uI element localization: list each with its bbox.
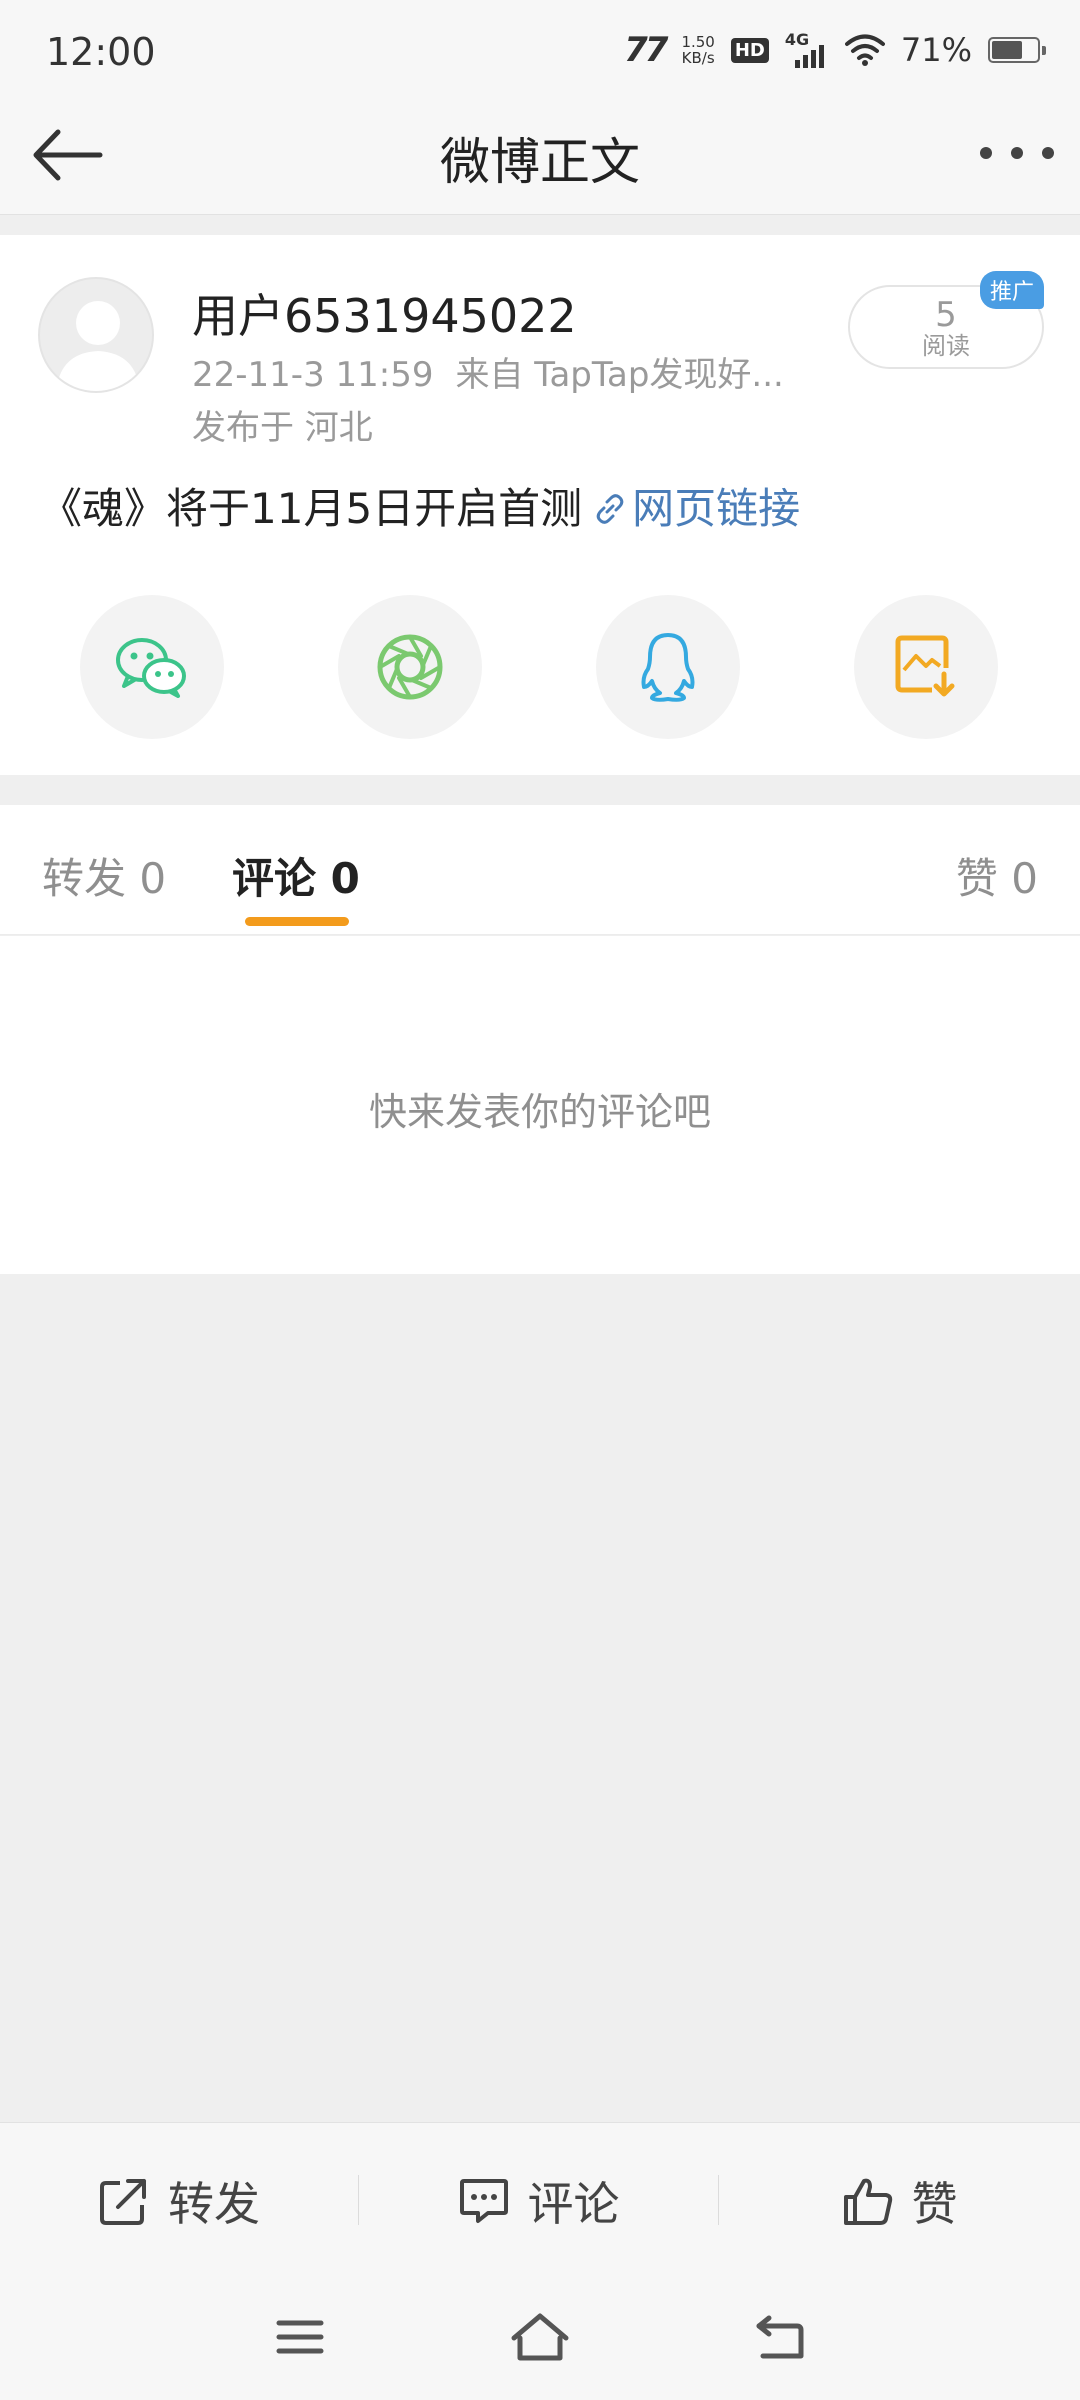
page-title: 微博正文 [440,133,640,191]
like-label: 赞 [911,2176,958,2231]
system-menu-button[interactable] [265,2305,335,2369]
wechat-icon [116,638,186,698]
post-location: 发布于 河北 [192,408,373,448]
tab-like[interactable]: 赞 0 [956,845,1038,906]
share-qq-button[interactable] [596,595,740,739]
promo-badge[interactable]: 推广 [980,271,1045,309]
link-icon [596,494,624,524]
post-body: 《魂》将于11月5日开启首测 [40,484,583,533]
network-speed: 1.50 KB/s [681,34,714,66]
post-meta: 22-11-3 11:59 来自 TapTap发现好... [192,347,784,396]
default-avatar-icon [56,301,140,391]
repost-icon [100,2178,146,2225]
hd-icon: HD [730,37,769,63]
comment-list: 快来发表你的评论吧 [0,936,1080,1274]
share-wechat-button[interactable] [80,595,224,739]
network-speed-unit: KB/s [681,49,715,67]
read-label: 阅读 [922,332,970,360]
status-time: 12:00 [46,30,156,74]
battery-icon [988,37,1046,63]
network-speed-value: 1.50 [681,33,715,51]
system-home-button[interactable] [505,2305,575,2369]
post-time: 22-11-3 11:59 [192,355,434,395]
signal-icon: 4G [785,30,829,70]
carrier-icon: 77 [624,30,668,70]
save-image-button[interactable] [854,595,998,739]
nav-header: 微博正文 [0,100,1080,215]
home-icon [511,2313,569,2361]
comment-label: 评论 [527,2176,620,2231]
repost-label: 转发 [168,2176,260,2231]
menu-icon [276,2320,324,2354]
more-dot-icon [1042,147,1054,159]
battery-percent: 71% [900,31,972,69]
post-source[interactable]: 来自 TapTap发现好... [456,355,784,395]
repost-button[interactable]: 转发 [0,2123,358,2278]
moments-icon [377,634,443,700]
active-tab-indicator [245,917,349,926]
avatar[interactable] [38,277,154,393]
bottom-action-bar: 转发 评论 赞 [0,2122,1080,2277]
save-image-icon [895,635,955,697]
qq-icon [641,633,695,702]
system-nav-bar [0,2277,1080,2400]
status-bar: 12:00 77 1.50 KB/s HD 4G 71% [0,0,1080,100]
wifi-icon [844,34,885,66]
more-dot-icon [980,147,992,159]
share-moments-button[interactable] [338,595,482,739]
more-button[interactable] [980,128,1054,178]
empty-comment-hint: 快来发表你的评论吧 [368,1090,711,1134]
post-card: 用户6531945022 22-11-3 11:59 来自 TapTap发现好..… [0,235,1080,775]
more-dot-icon [1011,147,1023,159]
thumbs-up-icon [843,2178,892,2225]
web-link-label: 网页链接 [632,484,801,533]
like-button[interactable]: 赞 [719,2123,1080,2278]
system-back-button[interactable] [745,2305,815,2369]
back-icon [756,2315,804,2359]
username[interactable]: 用户6531945022 [192,280,577,346]
tab-comment[interactable]: 评论 0 [232,845,360,906]
post-text: 《魂》将于11月5日开启首测 网页链接 [40,475,800,536]
interaction-tabs: 转发 0 评论 0 赞 0 [0,805,1080,935]
comment-icon [459,2178,508,2223]
tab-repost[interactable]: 转发 0 [42,845,166,906]
comment-button[interactable]: 评论 [359,2123,718,2278]
web-link[interactable]: 网页链接 [592,484,800,533]
status-icons: 77 1.50 KB/s HD 4G 71% [624,30,1046,70]
share-row [0,595,1080,745]
